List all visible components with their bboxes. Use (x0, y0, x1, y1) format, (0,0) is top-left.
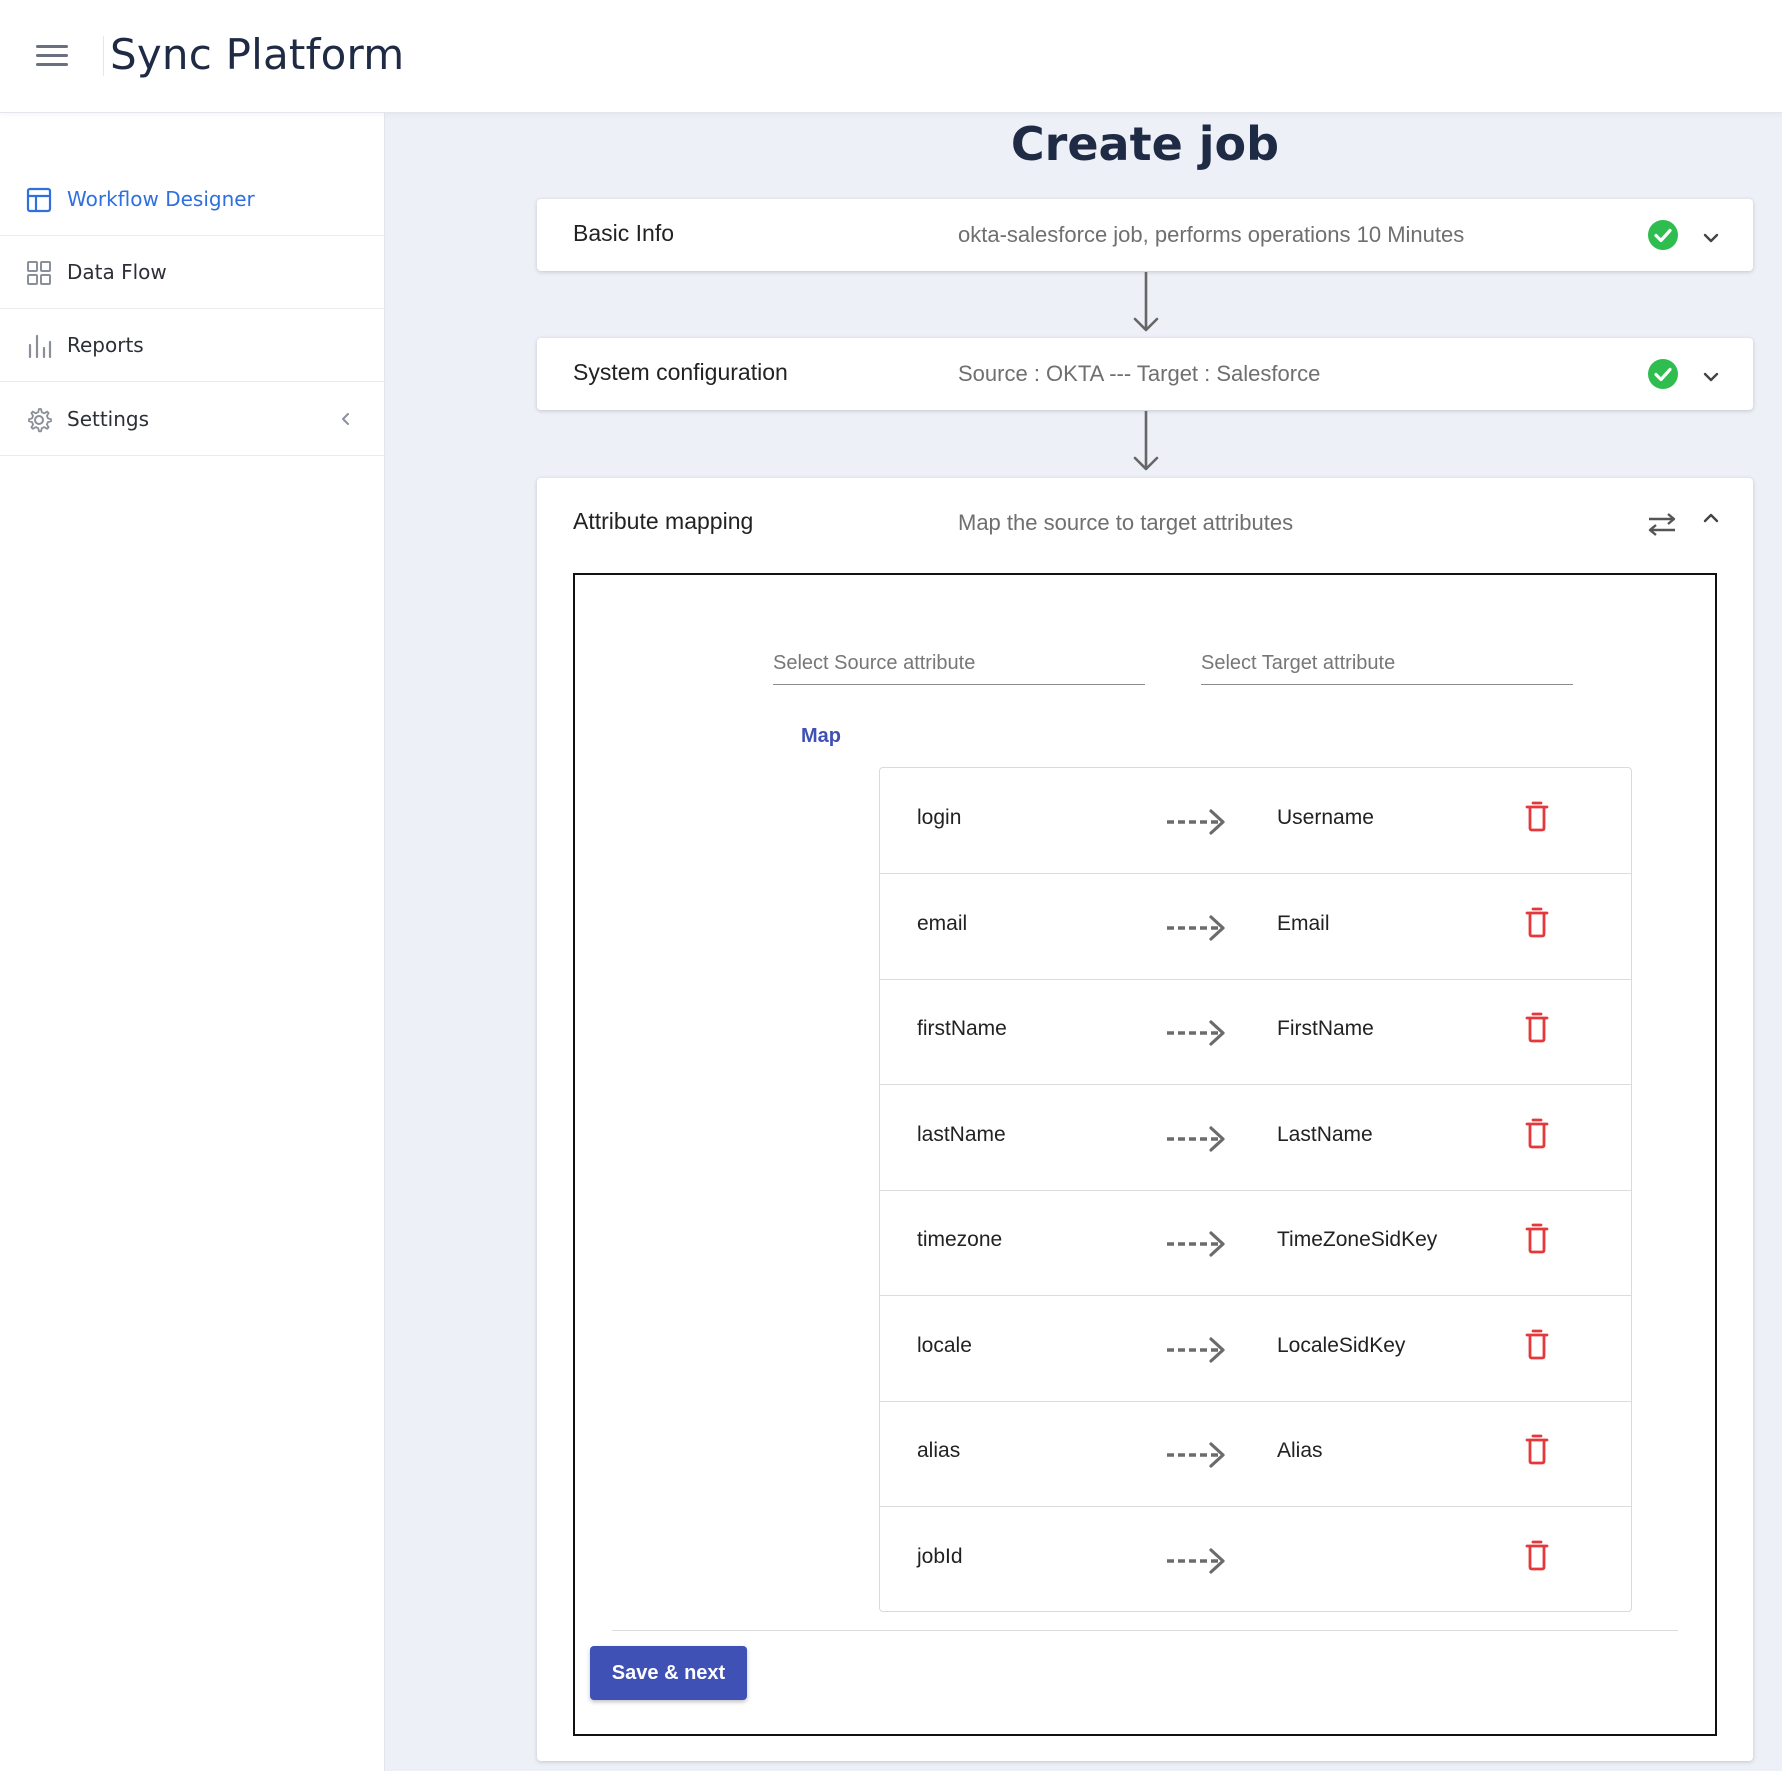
sidebar-item-label: Reports (67, 333, 144, 357)
swap-icon (1648, 513, 1676, 536)
top-app-bar: Sync Platform (0, 0, 1782, 113)
sidebar: Workflow Designer Data Flow Reports Sett… (0, 113, 385, 1771)
target-attribute-placeholder: Select Target attribute (1201, 652, 1396, 674)
target-attribute: LastName (1277, 1123, 1373, 1146)
delete-icon[interactable] (1524, 1539, 1550, 1571)
mapping-row: lastName LastName (880, 1085, 1631, 1191)
source-attribute: firstName (917, 1017, 1007, 1040)
source-attribute: alias (917, 1439, 961, 1462)
delete-icon[interactable] (1524, 1433, 1550, 1465)
gear-icon (28, 408, 52, 433)
step-attribute-mapping: Attribute mapping Map the source to targ… (537, 478, 1753, 1761)
delete-icon[interactable] (1524, 906, 1550, 938)
sidebar-item-settings[interactable]: Settings (0, 383, 385, 456)
mapping-row: alias Alias (880, 1401, 1631, 1507)
step-summary: Map the source to target attributes (958, 510, 1294, 535)
delete-icon[interactable] (1524, 1011, 1550, 1043)
step-basic-info[interactable]: Basic Info okta-salesforce job, performs… (537, 199, 1753, 271)
source-attribute: login (917, 806, 962, 829)
step-summary: okta-salesforce job, performs operations… (958, 222, 1465, 247)
sidebar-item-label: Workflow Designer (67, 187, 255, 211)
flow-arrow-icon (1133, 272, 1159, 332)
source-attribute-select[interactable]: Select Source attribute (773, 645, 1145, 685)
menu-icon[interactable] (34, 42, 70, 70)
bar-chart-icon (28, 334, 52, 359)
dashed-arrow-icon (1167, 1020, 1225, 1046)
target-attribute: Username (1277, 806, 1374, 829)
dashed-arrow-icon (1167, 1442, 1225, 1468)
delete-icon[interactable] (1524, 1117, 1550, 1149)
app-title: Sync Platform (110, 30, 405, 79)
source-attribute: lastName (917, 1123, 1006, 1146)
check-circle-icon (1648, 359, 1678, 389)
mapping-table: login Username email Email firstName Fir… (879, 767, 1632, 1612)
save-next-button[interactable]: Save & next (590, 1646, 747, 1700)
dashed-arrow-icon (1167, 1548, 1225, 1574)
map-button[interactable]: Map (801, 725, 841, 748)
source-attribute: timezone (917, 1228, 1003, 1251)
delete-icon[interactable] (1524, 800, 1550, 832)
sidebar-item-workflow-designer[interactable]: Workflow Designer (0, 163, 385, 236)
check-circle-icon (1648, 220, 1678, 250)
source-attribute-placeholder: Select Source attribute (773, 652, 976, 674)
step-title: Basic Info (573, 220, 674, 246)
step-summary: Source : OKTA --- Target : Salesforce (958, 361, 1321, 386)
delete-icon[interactable] (1524, 1328, 1550, 1360)
target-attribute: FirstName (1277, 1017, 1374, 1040)
mapping-row: jobId (880, 1507, 1631, 1613)
dashed-arrow-icon (1167, 1337, 1225, 1363)
chevron-down-icon[interactable] (1701, 231, 1721, 245)
divider (612, 1630, 1678, 1631)
mapping-row: email Email (880, 874, 1631, 980)
sidebar-item-label: Data Flow (67, 260, 167, 284)
source-attribute: email (917, 912, 968, 935)
delete-icon[interactable] (1524, 1222, 1550, 1254)
dashed-arrow-icon (1167, 1231, 1225, 1257)
dashed-arrow-icon (1167, 1126, 1225, 1152)
chevron-down-icon[interactable] (1701, 370, 1721, 384)
target-attribute: LocaleSidKey (1277, 1334, 1406, 1357)
target-attribute: Email (1277, 912, 1330, 935)
target-attribute-select[interactable]: Select Target attribute (1201, 645, 1573, 685)
mapping-row: firstName FirstName (880, 979, 1631, 1085)
mapping-row: locale LocaleSidKey (880, 1296, 1631, 1402)
mapping-row: login Username (880, 768, 1631, 874)
grid-icon (27, 261, 51, 285)
layout-icon (26, 187, 52, 213)
header-divider (103, 36, 104, 76)
chevron-left-icon[interactable] (338, 409, 352, 429)
source-attribute: locale (917, 1334, 972, 1357)
dashed-arrow-icon (1167, 915, 1225, 941)
step-system-configuration[interactable]: System configuration Source : OKTA --- T… (537, 338, 1753, 410)
step-title: System configuration (573, 359, 788, 385)
sidebar-item-data-flow[interactable]: Data Flow (0, 236, 385, 309)
target-attribute: TimeZoneSidKey (1277, 1228, 1438, 1251)
step-title: Attribute mapping (573, 508, 754, 534)
dashed-arrow-icon (1167, 809, 1225, 835)
flow-arrow-icon (1133, 411, 1159, 471)
target-attribute: Alias (1277, 1439, 1323, 1462)
source-attribute: jobId (917, 1545, 963, 1568)
chevron-up-icon[interactable] (1701, 511, 1721, 525)
sidebar-item-reports[interactable]: Reports (0, 309, 385, 382)
attribute-mapping-panel: Select Source attribute Select Target at… (573, 573, 1717, 1736)
mapping-row: timezone TimeZoneSidKey (880, 1190, 1631, 1296)
sidebar-item-label: Settings (67, 407, 150, 431)
